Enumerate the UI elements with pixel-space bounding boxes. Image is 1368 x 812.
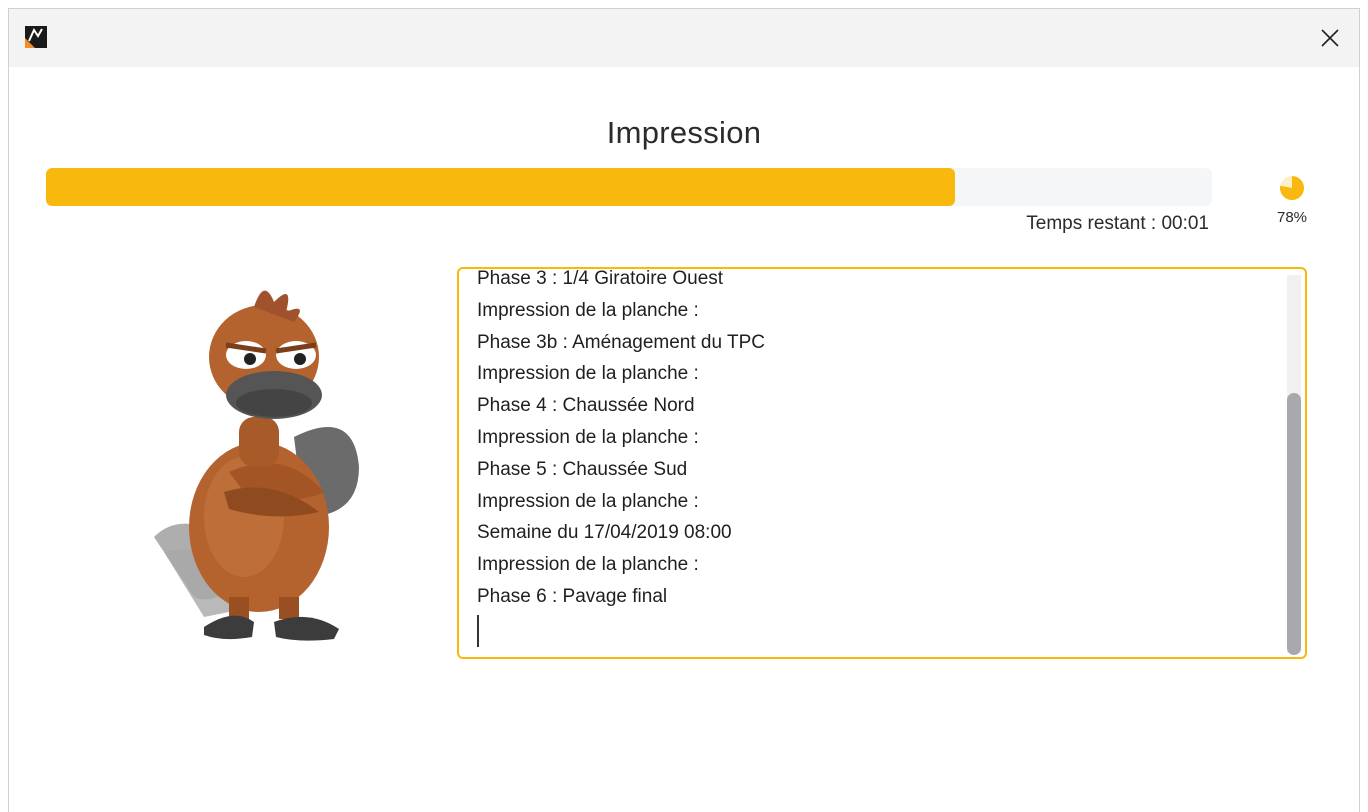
text-caret (477, 615, 479, 647)
scrollbar-thumb[interactable] (1287, 393, 1301, 655)
log-line: Impression de la planche : (477, 426, 699, 448)
time-remaining-label: Temps restant : 00:01 (1026, 213, 1209, 234)
app-icon (25, 26, 47, 48)
log-line: Semaine du 17/04/2019 08:00 (477, 522, 732, 544)
log-line: Impression de la planche : (477, 490, 699, 512)
print-progress-dialog: Impression Temps restant : 00:01 78% Pha… (8, 8, 1360, 812)
close-icon (1321, 29, 1339, 47)
progress-bar-fill (46, 168, 956, 206)
log-line: Phase 3b : Aménagement du TPC (477, 331, 765, 353)
log-line: Phase 4 : Chaussée Nord (477, 395, 695, 417)
log-line: Impression de la planche : (477, 554, 699, 576)
log-textbox[interactable]: Phase 3 : 1/4 Giratoire Ouest Impression … (457, 267, 1307, 659)
progress-percent-label: 78% (1276, 209, 1308, 226)
close-button[interactable] (1301, 9, 1359, 67)
title-bar[interactable] (9, 9, 1359, 67)
progress-pie-icon (1279, 175, 1305, 201)
log-line: Impression de la planche : (477, 363, 699, 385)
log-line: Phase 5 : Chaussée Sud (477, 458, 688, 480)
log-line: Phase 3 : 1/4 Giratoire Ouest (477, 268, 724, 289)
log-lines: Phase 3 : 1/4 Giratoire Ouest Impression … (477, 268, 1267, 613)
log-line: Impression de la planche : (477, 299, 699, 321)
progress-bar (46, 168, 1212, 206)
log-line: Phase 6 : Pavage final (477, 585, 668, 607)
dialog-title: Impression (606, 115, 762, 150)
platypus-mascot-image (134, 277, 374, 647)
